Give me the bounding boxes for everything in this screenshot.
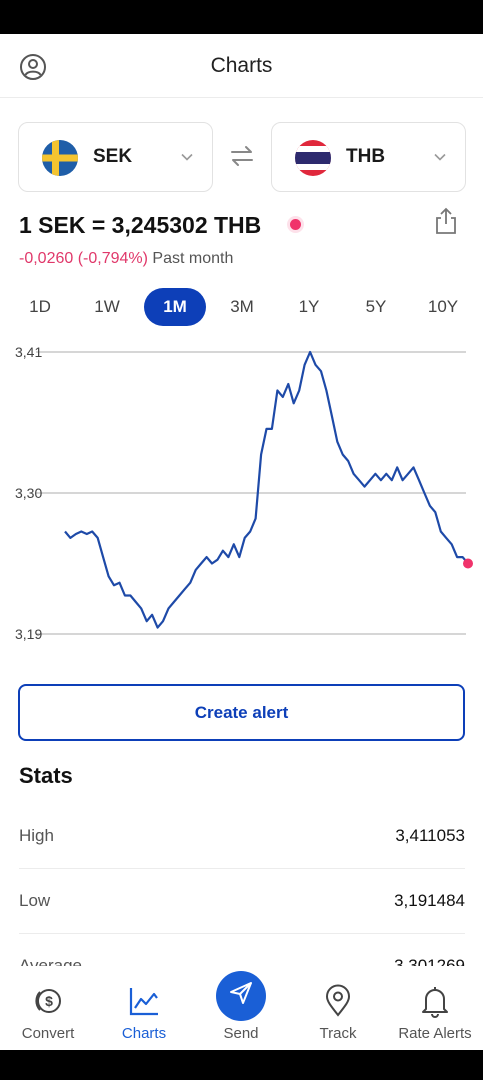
stat-label: Low [19,891,51,910]
stats-title: Stats [19,763,73,788]
tab-1m[interactable]: 1M [144,288,206,326]
swap-currencies-icon[interactable] [228,142,256,170]
bell-icon [422,987,448,1018]
exchange-rate: 1 SEK = 3,245302 THB [19,212,262,238]
nav-rate-alerts[interactable]: Rate Alerts [387,966,483,1050]
nav-label: Track [319,1025,357,1042]
nav-track[interactable]: Track [290,966,386,1050]
y-tick-label: 3,41 [15,344,42,360]
location-pin-icon [325,984,351,1017]
stat-value: 3,191484 [394,891,465,910]
rate-series-line [64,350,469,629]
tab-5y[interactable]: 5Y [345,288,407,326]
stat-row-low: Low 3,191484 [19,869,465,934]
share-icon[interactable] [433,206,459,236]
chevron-down-icon [434,153,446,161]
svg-text:$: $ [45,993,53,1009]
y-tick-label: 3,30 [15,485,42,501]
app-screen: Charts SEK THB 1 SEK = 3,245302 THB -0,0… [0,34,483,1050]
nav-label: Charts [121,1025,167,1042]
bottom-nav: $ Convert Charts Send Track Rate Alerts [0,966,483,1050]
convert-icon: $ [35,989,61,1013]
rate-change-period: Past month [152,250,234,267]
stat-label: High [19,826,54,845]
current-rate-point [463,558,473,569]
live-indicator [290,219,301,230]
tab-1w[interactable]: 1W [76,288,138,326]
tab-1y[interactable]: 1Y [278,288,340,326]
sweden-flag-icon [42,140,78,176]
nav-convert[interactable]: $ Convert [0,966,96,1050]
tab-1d[interactable]: 1D [9,288,71,326]
from-currency-code: SEK [93,146,133,167]
create-alert-button[interactable]: Create alert [18,684,465,741]
thailand-flag-icon [295,140,331,176]
nav-send[interactable]: Send [193,966,289,1050]
page-title: Charts [210,54,273,77]
y-tick-label: 3,19 [15,626,42,642]
nav-label: Send [223,1025,259,1042]
rate-chart[interactable]: 3,41 3,30 3,19 [0,334,483,654]
from-currency-picker[interactable]: SEK [18,122,213,192]
nav-label: Convert [21,1025,75,1042]
nav-charts[interactable]: Charts [96,966,192,1050]
to-currency-picker[interactable]: THB [271,122,466,192]
rate-change: -0,0260 (-0,794%) Past month [19,250,233,268]
rate-change-value: -0,0260 (-0,794%) [19,250,148,267]
tab-10y[interactable]: 10Y [412,288,474,326]
chevron-down-icon [181,153,193,161]
to-currency-code: THB [346,146,386,167]
header: Charts [0,34,483,98]
send-icon [230,982,252,1004]
range-tabs: 1D 1W 1M 3M 1Y 5Y 10Y [0,288,483,326]
tab-3m[interactable]: 3M [211,288,273,326]
nav-label: Rate Alerts [398,1025,472,1042]
stat-row-high: High 3,411053 [19,804,465,869]
charts-icon [129,988,158,1016]
stat-value: 3,411053 [395,826,465,845]
